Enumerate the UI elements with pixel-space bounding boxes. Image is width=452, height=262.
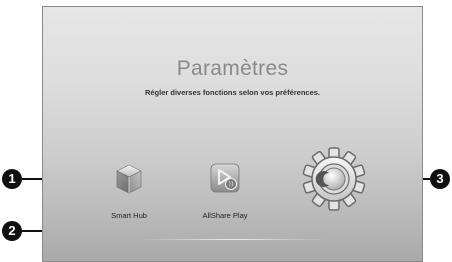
smart-hub-cube-icon <box>116 164 142 194</box>
callout-marker-1: 1 <box>2 169 22 189</box>
callout-marker-3: 3 <box>430 169 450 189</box>
settings-screen: Paramètres Régler diverses fonctions sel… <box>42 6 423 262</box>
allshare-play-icon: )) <box>210 163 240 193</box>
page-title: Paramètres <box>176 57 289 80</box>
page-subtitle: Régler diverses fonctions selon vos préf… <box>144 88 321 97</box>
settings-gear-icon <box>302 147 366 211</box>
reflection-floor <box>138 239 328 240</box>
allshare-play-label: AllShare Play <box>202 211 248 220</box>
svg-text:)): )) <box>229 181 234 188</box>
allshare-play-button[interactable]: )) <box>210 163 240 193</box>
smart-hub-label: Smart Hub <box>111 211 147 220</box>
smart-hub-button[interactable] <box>114 162 144 196</box>
callout-marker-2: 2 <box>2 221 22 241</box>
settings-button[interactable] <box>300 145 368 213</box>
